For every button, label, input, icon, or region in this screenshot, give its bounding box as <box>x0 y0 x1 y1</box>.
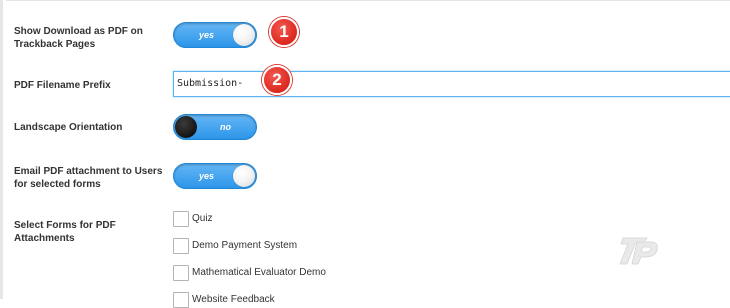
toggle-knob <box>175 116 197 138</box>
toggle-knob <box>233 24 255 46</box>
email-attachment-label: Email PDF attachment to Users for select… <box>14 166 163 190</box>
toggle-state-text: yes <box>199 30 215 40</box>
show-download-toggle[interactable]: yes <box>173 22 257 48</box>
filename-prefix-label: PDF Filename Prefix <box>14 80 111 91</box>
select-forms-label: Select Forms for PDF Attachments <box>14 220 116 244</box>
form-option-label: Mathematical Evaluator Demo <box>192 267 326 278</box>
annotation-badge-2: 2 <box>262 65 292 95</box>
panel-top-border <box>6 0 730 5</box>
landscape-label: Landscape Orientation <box>14 122 123 133</box>
checkbox[interactable] <box>173 292 189 308</box>
toggle-state-text: yes <box>199 171 215 181</box>
toggle-state-text: no <box>220 122 231 132</box>
form-option-label: Demo Payment System <box>192 240 298 251</box>
landscape-toggle[interactable]: no <box>173 114 257 140</box>
form-option-label: Website Feedback <box>192 294 275 305</box>
email-attachment-toggle[interactable]: yes <box>173 163 257 189</box>
form-option-label: Quiz <box>192 213 213 224</box>
toggle-knob <box>233 165 255 187</box>
checkbox[interactable] <box>173 238 189 254</box>
checkbox[interactable] <box>173 211 189 227</box>
show-download-label: Show Download as PDF on Trackback Pages <box>14 26 143 50</box>
annotation-badge-1: 1 <box>269 17 299 47</box>
logo-watermark-icon <box>617 232 661 268</box>
filename-prefix-input[interactable]: Submission- <box>173 71 730 97</box>
settings-panel: Show Download as PDF on Trackback Pages … <box>0 0 730 308</box>
checkbox[interactable] <box>173 265 189 281</box>
